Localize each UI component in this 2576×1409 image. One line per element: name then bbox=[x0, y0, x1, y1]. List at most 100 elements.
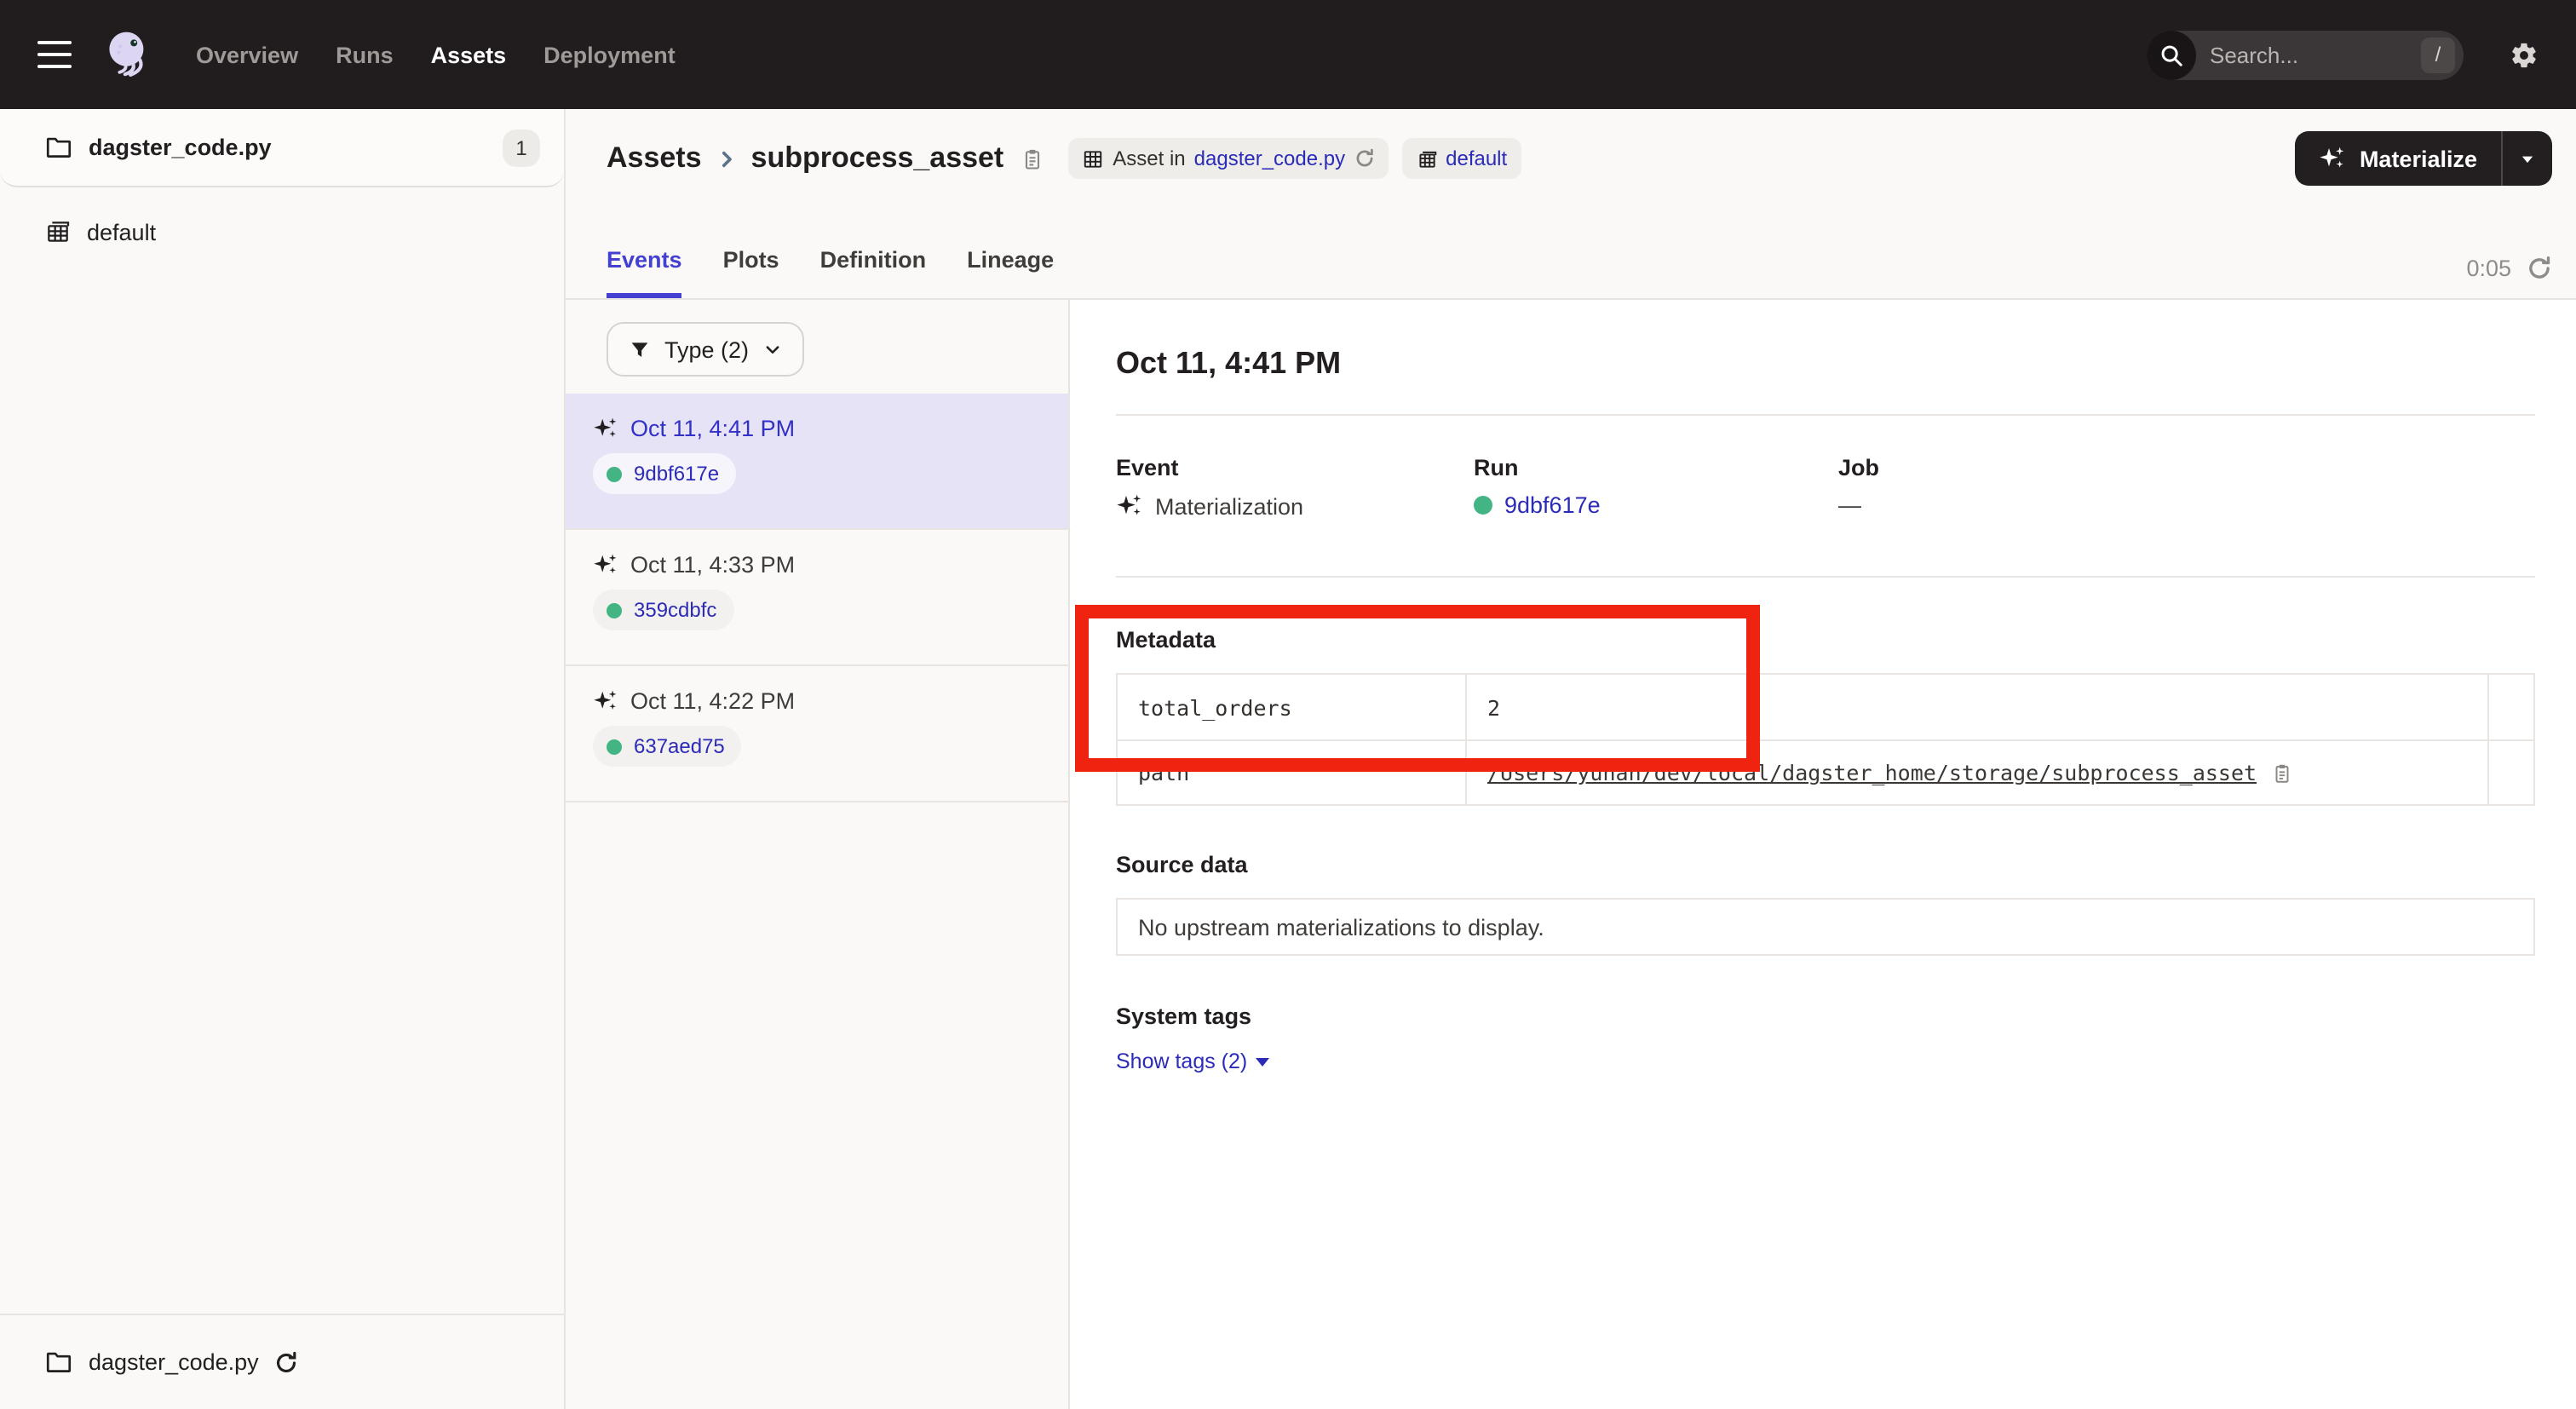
reload-icon[interactable] bbox=[1354, 148, 1374, 169]
run-id-link[interactable]: 637aed75 bbox=[634, 734, 725, 758]
search-shortcut-key: / bbox=[2421, 37, 2455, 72]
divider bbox=[1116, 576, 2535, 578]
show-tags-toggle[interactable]: Show tags (2) bbox=[1116, 1050, 1269, 1073]
materialize-button-label: Materialize bbox=[2360, 146, 2477, 171]
chevron-down-icon bbox=[762, 340, 781, 359]
event-detail-title: Oct 11, 4:41 PM bbox=[1116, 344, 2535, 382]
copy-path-icon[interactable] bbox=[2270, 761, 2292, 785]
dagster-logo-icon[interactable] bbox=[101, 27, 155, 82]
metadata-path-link[interactable]: /Users/yuhan/dev/local/dagster_home/stor… bbox=[1487, 760, 2257, 785]
asset-group-grid-icon bbox=[44, 218, 72, 245]
tab-events[interactable]: Events bbox=[607, 247, 682, 298]
dagster-app: Overview Runs Assets Deployment / dagste bbox=[0, 0, 2576, 1409]
tab-lineage[interactable]: Lineage bbox=[967, 247, 1054, 298]
tab-plots[interactable]: Plots bbox=[723, 247, 779, 298]
materialize-button-main[interactable]: Materialize bbox=[2295, 131, 2501, 186]
sidebar-item-label: dagster_code.py bbox=[89, 135, 272, 160]
asset-group-tag[interactable]: default bbox=[1401, 138, 1521, 179]
materialize-dropdown-button[interactable] bbox=[2501, 131, 2552, 186]
materialization-sparkle-icon bbox=[593, 552, 618, 578]
folder-icon bbox=[44, 133, 73, 162]
run-pill[interactable]: 359cdbfc bbox=[593, 589, 733, 630]
metadata-table: total_orders 2 path /Users/yuhan/dev/loc… bbox=[1116, 673, 2535, 806]
run-status-dot bbox=[607, 602, 622, 618]
system-tags-heading: System tags bbox=[1116, 1004, 2535, 1029]
materialization-sparkle-icon bbox=[1116, 492, 1143, 520]
nav-item-runs[interactable]: Runs bbox=[336, 42, 394, 67]
metadata-extra-cell bbox=[2489, 675, 2533, 739]
run-status-dot bbox=[607, 466, 622, 481]
source-data-empty-state: No upstream materializations to display. bbox=[1116, 898, 2535, 956]
type-filter-button[interactable]: Type (2) bbox=[607, 322, 803, 377]
source-data-heading: Source data bbox=[1116, 852, 2535, 877]
event-list-item[interactable]: Oct 11, 4:22 PM 637aed75 bbox=[566, 666, 1068, 802]
run-id-link[interactable]: 9dbf617e bbox=[1504, 492, 1601, 518]
asset-location-tag[interactable]: Asset in dagster_code.py bbox=[1068, 138, 1388, 179]
settings-gear-icon[interactable] bbox=[2510, 40, 2539, 69]
caret-down-icon bbox=[2518, 149, 2537, 168]
events-list-panel: Type (2) Oct 11, 4:41 PM 9dbf617e bbox=[566, 300, 1070, 1409]
sidebar-item-label: default bbox=[87, 219, 156, 244]
nav-item-assets[interactable]: Assets bbox=[431, 42, 507, 67]
folder-icon bbox=[44, 1348, 73, 1377]
grid-icon bbox=[1082, 147, 1104, 170]
source-data-message: No upstream materializations to display. bbox=[1138, 914, 1544, 940]
event-list-item[interactable]: Oct 11, 4:41 PM 9dbf617e bbox=[566, 394, 1068, 530]
nav-item-overview[interactable]: Overview bbox=[196, 42, 298, 67]
sparkle-icon bbox=[2319, 145, 2346, 172]
chevron-right-icon bbox=[716, 147, 738, 170]
metadata-key: path bbox=[1118, 741, 1467, 804]
reload-code-location-icon[interactable] bbox=[274, 1350, 298, 1374]
metadata-heading: Metadata bbox=[1116, 627, 2535, 653]
type-filter-label: Type (2) bbox=[664, 336, 749, 362]
copy-asset-name-icon[interactable] bbox=[1021, 146, 1044, 171]
run-pill[interactable]: 9dbf617e bbox=[593, 453, 736, 494]
caret-down-icon bbox=[1256, 1057, 1269, 1066]
run-id-link[interactable]: 359cdbfc bbox=[634, 598, 716, 622]
left-sidebar: dagster_code.py 1 default dagster_code.p… bbox=[0, 109, 566, 1409]
metadata-extra-cell bbox=[2489, 741, 2533, 804]
search-box[interactable]: / bbox=[2147, 30, 2464, 79]
tag-prefix: Asset in bbox=[1113, 147, 1185, 170]
asset-count-badge: 1 bbox=[503, 129, 540, 166]
search-icon bbox=[2147, 30, 2196, 79]
event-info-grid: Event Materialization Run 9dbf617e Job bbox=[1116, 455, 2535, 520]
tag-code-location-link[interactable]: dagster_code.py bbox=[1194, 147, 1345, 170]
event-timestamp[interactable]: Oct 11, 4:41 PM bbox=[630, 416, 795, 441]
sidebar-item-asset-group[interactable]: default bbox=[0, 194, 564, 269]
metadata-value: /Users/yuhan/dev/local/dagster_home/stor… bbox=[1467, 741, 2489, 804]
tab-definition[interactable]: Definition bbox=[820, 247, 927, 298]
table-row: path /Users/yuhan/dev/local/dagster_home… bbox=[1118, 739, 2533, 804]
materialization-sparkle-icon bbox=[593, 688, 618, 714]
event-list-item[interactable]: Oct 11, 4:33 PM 359cdbfc bbox=[566, 530, 1068, 666]
event-timestamp[interactable]: Oct 11, 4:33 PM bbox=[630, 552, 795, 578]
metadata-key: total_orders bbox=[1118, 675, 1467, 739]
search-input[interactable] bbox=[2196, 42, 2421, 67]
top-nav: Overview Runs Assets Deployment / bbox=[0, 0, 2576, 109]
materialize-button[interactable]: Materialize bbox=[2295, 131, 2552, 186]
refresh-icon[interactable] bbox=[2527, 256, 2552, 281]
tag-group-link[interactable]: default bbox=[1446, 147, 1507, 170]
event-timestamp[interactable]: Oct 11, 4:22 PM bbox=[630, 688, 795, 714]
run-id-link[interactable]: 9dbf617e bbox=[634, 462, 719, 486]
table-row: total_orders 2 bbox=[1118, 675, 2533, 739]
nav-right-cluster: / bbox=[2147, 30, 2539, 79]
run-pill[interactable]: 637aed75 bbox=[593, 726, 742, 767]
grid-stack-icon bbox=[1415, 147, 1437, 170]
breadcrumb: Assets subprocess_asset Asset in dagster… bbox=[607, 131, 2303, 186]
divider bbox=[1116, 414, 2535, 416]
sidebar-footer: dagster_code.py bbox=[0, 1314, 564, 1409]
nav-item-deployment[interactable]: Deployment bbox=[543, 42, 676, 67]
funnel-icon bbox=[629, 338, 651, 360]
page-title: subprocess_asset bbox=[751, 141, 1004, 175]
asset-page-header: Assets subprocess_asset Asset in dagster… bbox=[566, 109, 2576, 300]
breadcrumb-assets-link[interactable]: Assets bbox=[607, 141, 702, 175]
metadata-value: 2 bbox=[1467, 675, 2489, 739]
job-value-empty: — bbox=[1838, 492, 1861, 518]
sidebar-item-code-location[interactable]: dagster_code.py 1 bbox=[0, 109, 564, 187]
event-detail-panel: Oct 11, 4:41 PM Event Materialization Ru… bbox=[1070, 300, 2576, 1409]
run-column-label: Run bbox=[1474, 455, 1838, 480]
sidebar-footer-label: dagster_code.py bbox=[89, 1349, 259, 1375]
run-status-dot bbox=[607, 739, 622, 754]
hamburger-menu-icon[interactable] bbox=[37, 41, 72, 68]
